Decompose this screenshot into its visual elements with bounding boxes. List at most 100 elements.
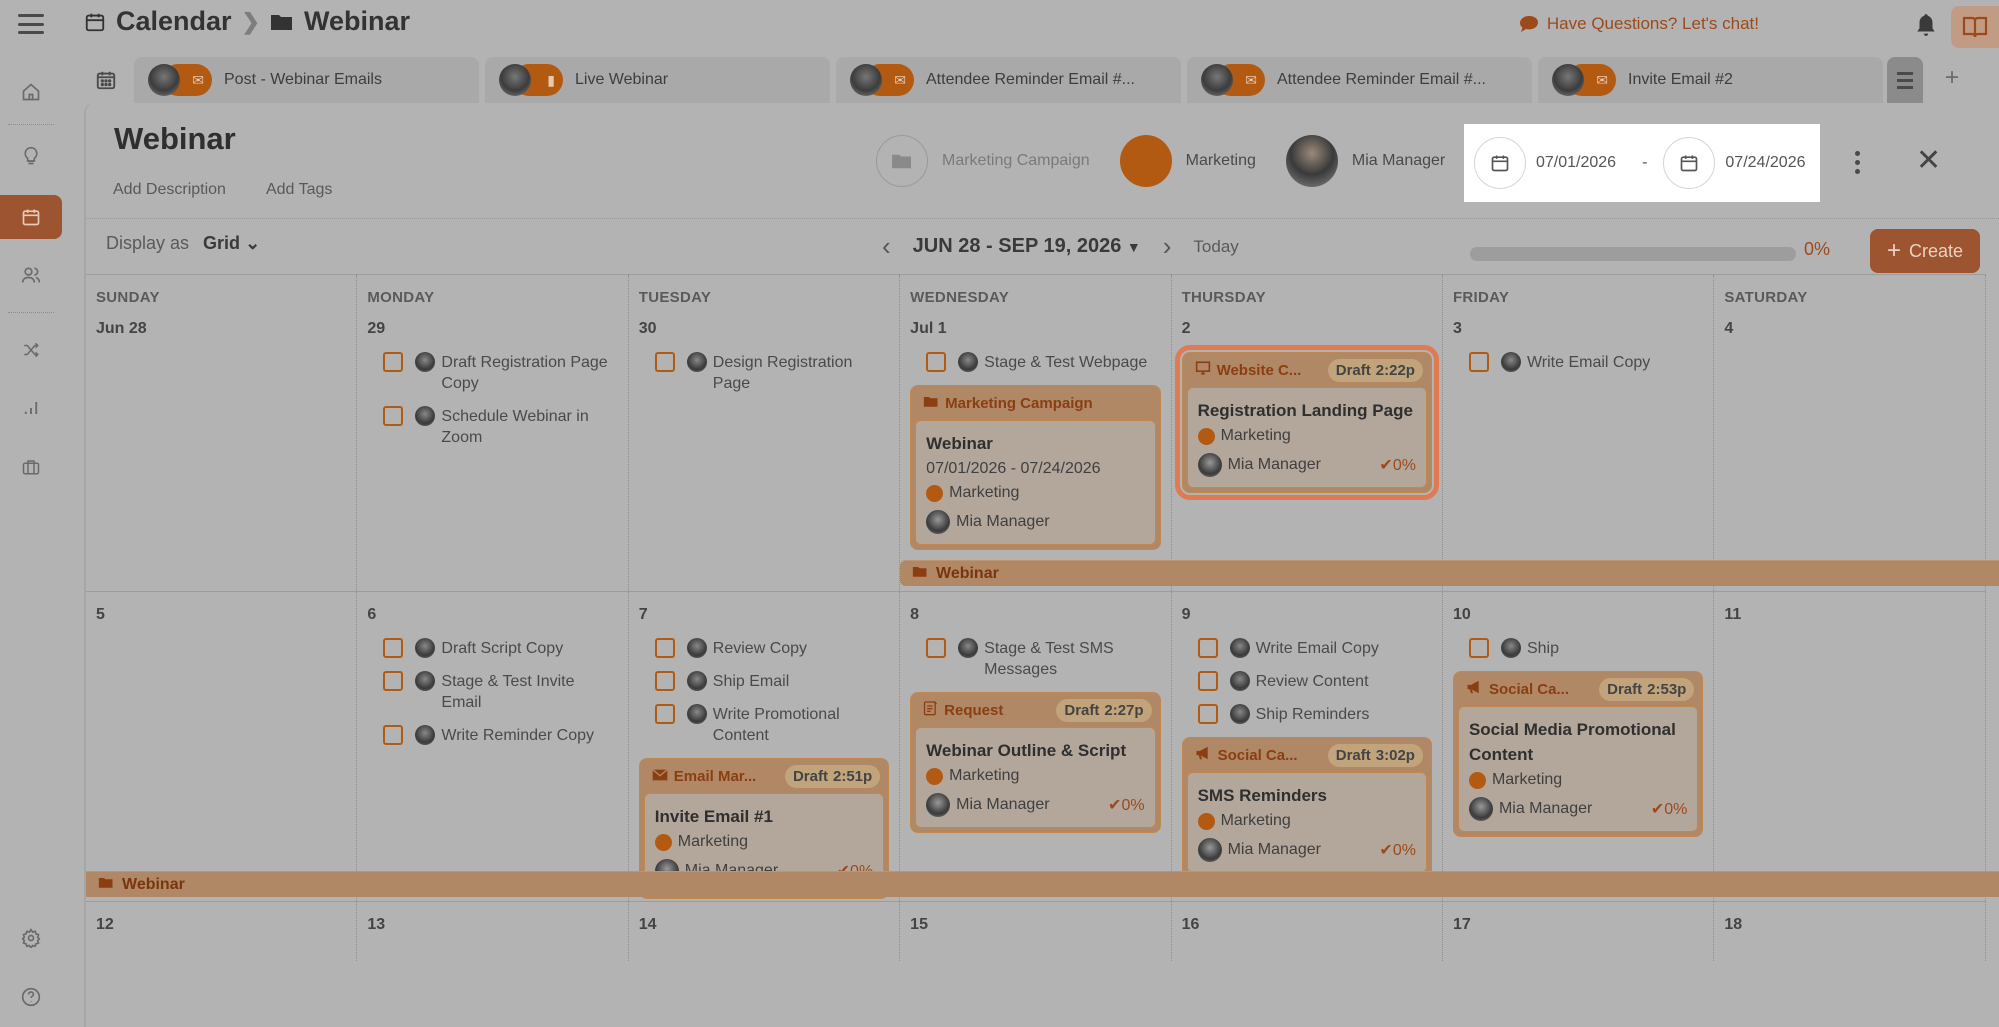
range-dropdown[interactable]: JUN 28 - SEP 19, 2026 ▼ <box>913 235 1141 258</box>
sidebar-item-people[interactable] <box>0 253 62 297</box>
task-item[interactable]: Ship Reminders <box>1197 704 1432 725</box>
sidebar-item-help[interactable] <box>0 975 62 1019</box>
start-date-value[interactable]: 07/01/2026 <box>1536 154 1616 172</box>
task-item[interactable]: Ship <box>1468 638 1703 659</box>
task-item[interactable]: Review Copy <box>654 638 889 659</box>
task-item[interactable]: Schedule Webinar in Zoom <box>383 406 617 448</box>
task-checkbox[interactable] <box>654 638 675 658</box>
close-button[interactable]: ✕ <box>1916 143 1941 178</box>
add-tab-button[interactable]: + <box>1945 64 1959 92</box>
add-description-link[interactable]: Add Description <box>113 181 226 199</box>
task-checkbox[interactable] <box>383 352 404 372</box>
task-item[interactable]: Ship Email <box>654 671 889 692</box>
sidebar-item-settings[interactable] <box>0 916 62 960</box>
content-card[interactable]: Website C... Draft 2:22p Registration Landi… <box>1174 345 1439 500</box>
task-item[interactable]: Write Promotional Content <box>654 704 889 746</box>
guide-button[interactable] <box>1951 6 1999 48</box>
task-checkbox[interactable] <box>1468 352 1489 372</box>
task-checkbox[interactable] <box>926 352 947 372</box>
tab-calendar[interactable] <box>84 57 128 103</box>
calendar-day[interactable]: 6 Draft Script Copy Stage & Test Invite Em… <box>357 592 629 911</box>
notifications-button[interactable] <box>1913 12 1939 38</box>
display-as-dropdown[interactable]: Grid ⌄ <box>203 233 260 254</box>
calendar-day[interactable]: 8 Stage & Test SMS Messages Request Draft 2:… <box>900 592 1172 911</box>
sidebar-item-portfolio[interactable] <box>0 445 62 489</box>
calendar-day[interactable]: SUNDAY Jun 28 <box>86 275 358 591</box>
calendar-day[interactable]: MONDAY 29 Draft Registration Page Copy Sche… <box>357 275 629 591</box>
content-card[interactable]: Social Ca... Draft 3:02p SMS Reminders Marke… <box>1181 737 1432 878</box>
previous-range-button[interactable]: ‹ <box>882 231 891 262</box>
sidebar-item-home[interactable] <box>0 70 62 114</box>
page-title[interactable]: Webinar <box>114 121 236 157</box>
calendar-day[interactable]: 15 <box>900 902 1172 961</box>
tab-item[interactable]: ✉ Post - Webinar Emails <box>134 57 479 103</box>
task-item[interactable]: Stage & Test Webpage <box>926 352 1160 373</box>
end-date-value[interactable]: 07/24/2026 <box>1725 154 1805 172</box>
calendar-day[interactable]: 9 Write Email Copy Review Content Ship Remi… <box>1172 592 1443 911</box>
team-color-dot[interactable] <box>1119 135 1172 187</box>
calendar-day[interactable]: FRIDAY 3 Write Email Copy <box>1443 275 1715 591</box>
task-checkbox[interactable] <box>654 671 675 691</box>
task-checkbox[interactable] <box>1468 638 1489 658</box>
calendar-day[interactable]: 10 Ship Social Ca... Draft 2:53p Social Media… <box>1443 592 1715 911</box>
content-card[interactable]: Marketing Campaign Webinar 07/01/2026 - 07… <box>910 385 1161 550</box>
calendar-day[interactable]: WEDNESDAY Jul 1 Stage & Test Webpage Market… <box>900 275 1172 591</box>
calendar-day[interactable]: 12 <box>86 902 358 961</box>
add-tags-link[interactable]: Add Tags <box>266 181 332 199</box>
tab-list-button[interactable] <box>1887 57 1923 103</box>
task-checkbox[interactable] <box>1197 704 1218 724</box>
task-checkbox[interactable] <box>1197 638 1218 658</box>
task-checkbox[interactable] <box>926 638 947 658</box>
breadcrumb-calendar-link[interactable]: Calendar <box>116 6 232 37</box>
calendar-day[interactable]: 18 <box>1714 902 1986 961</box>
task-item[interactable]: Draft Script Copy <box>383 638 617 659</box>
task-checkbox[interactable] <box>654 704 675 724</box>
tab-item[interactable]: ✉ Attendee Reminder Email #... <box>836 57 1181 103</box>
hamburger-menu-button[interactable] <box>16 10 46 38</box>
tab-item[interactable]: ▮ Live Webinar <box>485 57 830 103</box>
task-checkbox[interactable] <box>383 406 404 426</box>
task-item[interactable]: Review Content <box>1197 671 1432 692</box>
calendar-day[interactable]: 7 Review Copy Ship Email Write Promotional … <box>629 592 901 911</box>
calendar-day[interactable]: 17 <box>1443 902 1715 961</box>
content-card[interactable]: Social Ca... Draft 2:53p Social Media Promo… <box>1452 671 1704 837</box>
owner-avatar[interactable] <box>1285 135 1338 187</box>
tab-item[interactable]: ✉ Invite Email #2 <box>1538 57 1883 103</box>
sidebar-item-workflows[interactable] <box>0 328 62 372</box>
task-checkbox[interactable] <box>383 671 404 691</box>
end-date-button[interactable] <box>1663 137 1716 189</box>
chat-link[interactable]: Have Questions? Let's chat! <box>1519 14 1759 34</box>
sidebar-item-ideas[interactable] <box>0 134 62 178</box>
task-item[interactable]: Stage & Test Invite Email <box>383 671 617 713</box>
task-item[interactable]: Stage & Test SMS Messages <box>926 638 1160 680</box>
campaign-span-bar[interactable]: Webinar <box>86 871 1999 897</box>
campaign-span-bar[interactable]: Webinar <box>900 560 1999 586</box>
next-range-button[interactable]: › <box>1163 231 1172 262</box>
task-item[interactable]: Write Email Copy <box>1468 352 1703 373</box>
calendar-day[interactable]: THURSDAY 2 Website C... Draft 2:22p Registrat… <box>1172 275 1443 591</box>
sidebar-item-calendar[interactable] <box>0 195 62 239</box>
today-button[interactable]: Today <box>1193 237 1238 257</box>
calendar-day[interactable]: 5 <box>86 592 358 911</box>
more-options-button[interactable] <box>1855 151 1860 174</box>
task-item[interactable]: Write Email Copy <box>1197 638 1432 659</box>
task-item[interactable]: Design Registration Page <box>654 352 889 394</box>
calendar-day[interactable]: 11 <box>1714 592 1986 911</box>
task-checkbox[interactable] <box>654 352 675 372</box>
create-button[interactable]: + Create <box>1870 229 1980 273</box>
calendar-day[interactable]: SATURDAY 4 <box>1714 275 1986 591</box>
sidebar-item-analytics[interactable] <box>0 386 62 430</box>
task-item[interactable]: Draft Registration Page Copy <box>383 352 617 394</box>
start-date-button[interactable] <box>1474 137 1526 189</box>
task-checkbox[interactable] <box>1197 671 1218 691</box>
calendar-day[interactable]: 14 <box>629 902 901 961</box>
task-item[interactable]: Write Reminder Copy <box>383 725 617 746</box>
task-checkbox[interactable] <box>383 725 404 745</box>
calendar-day[interactable]: 16 <box>1172 902 1443 961</box>
task-checkbox[interactable] <box>383 638 404 658</box>
campaign-type-button[interactable] <box>876 135 928 187</box>
calendar-day[interactable]: 13 <box>357 902 629 961</box>
content-card[interactable]: Request Draft 2:27p Webinar Outline & Scrip… <box>910 692 1161 833</box>
tab-item[interactable]: ✉ Attendee Reminder Email #... <box>1187 57 1532 103</box>
calendar-day[interactable]: TUESDAY 30 Design Registration Page <box>629 275 901 591</box>
